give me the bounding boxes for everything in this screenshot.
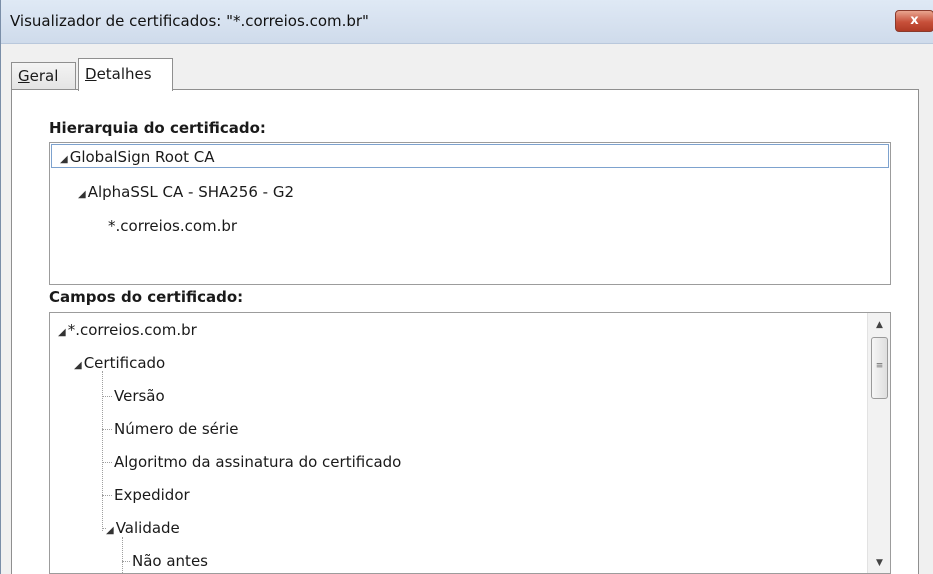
- scrollbar-thumb[interactable]: ≡: [871, 337, 888, 399]
- field-item[interactable]: ◢ *.correios.com.br: [58, 318, 197, 342]
- tab-detalhes[interactable]: Detalhes: [78, 58, 173, 91]
- expanded-triangle-icon[interactable]: ◢: [106, 525, 114, 536]
- fields-label: Campos do certificado:: [49, 288, 244, 306]
- vertical-scrollbar[interactable]: ▲ ≡ ▼: [867, 313, 890, 573]
- tab-geral[interactable]: Geral: [11, 62, 76, 90]
- hierarchy-item-label: GlobalSign Root CA: [69, 148, 215, 166]
- hierarchy-item-label: *.correios.com.br: [108, 217, 238, 235]
- hierarchy-item-intermediate[interactable]: ◢ AlphaSSL CA - SHA256 - G2: [78, 180, 294, 204]
- field-item[interactable]: Não antes: [132, 549, 208, 573]
- field-item-label: Expedidor: [114, 486, 190, 504]
- tree-connector-line: [102, 429, 112, 430]
- hierarchy-tree[interactable]: ◢ GlobalSign Root CA ◢ AlphaSSL CA - SHA25…: [49, 142, 891, 285]
- hierarchy-item-label: AlphaSSL CA - SHA256 - G2: [87, 183, 295, 201]
- expanded-triangle-icon[interactable]: ◢: [74, 360, 82, 371]
- field-item-label: Validade: [115, 519, 180, 537]
- expanded-triangle-icon[interactable]: ◢: [78, 189, 86, 200]
- title-bar[interactable]: Visualizador de certificados: "*.correio…: [1, 0, 933, 44]
- certificate-viewer-window: Visualizador de certificados: "*.correio…: [0, 0, 933, 574]
- field-item[interactable]: ◢ Validade: [106, 516, 180, 540]
- fields-tree[interactable]: ◢ *.correios.com.br ◢ Certificado Versão N…: [49, 312, 891, 574]
- close-icon: x: [910, 13, 919, 28]
- scroll-up-arrow-icon[interactable]: ▲: [868, 315, 890, 335]
- tree-connector-line: [102, 495, 112, 496]
- hierarchy-item-leaf[interactable]: *.correios.com.br: [108, 214, 237, 238]
- tree-connector-line: [122, 561, 130, 562]
- field-item[interactable]: Expedidor: [114, 483, 190, 507]
- expanded-triangle-icon[interactable]: ◢: [60, 154, 68, 165]
- field-item-label: Versão: [114, 387, 165, 405]
- window-title: Visualizador de certificados: "*.correio…: [10, 12, 369, 30]
- hierarchy-item-root[interactable]: ◢ GlobalSign Root CA: [51, 144, 889, 168]
- tab-geral-mnemonic: G: [18, 67, 30, 85]
- scroll-down-arrow-icon[interactable]: ▼: [868, 553, 890, 573]
- close-button[interactable]: x: [895, 10, 933, 32]
- field-item[interactable]: ◢ Certificado: [74, 351, 165, 375]
- field-item-label: Não antes: [132, 552, 208, 570]
- tree-connector-line: [122, 537, 123, 573]
- tab-detalhes-label: etalhes: [96, 65, 152, 83]
- hierarchy-label: Hierarquia do certificado:: [49, 119, 266, 137]
- tree-connector-line: [102, 462, 112, 463]
- field-item[interactable]: Versão: [114, 384, 165, 408]
- tree-connector-line: [102, 371, 103, 531]
- field-item-label: *.correios.com.br: [67, 321, 197, 339]
- field-item-label: Certificado: [83, 354, 166, 372]
- field-item[interactable]: Número de série: [114, 417, 238, 441]
- field-item-label: Número de série: [114, 420, 239, 438]
- tree-connector-line: [102, 396, 112, 397]
- tab-geral-label: eral: [29, 67, 59, 85]
- field-item-label: Algoritmo da assinatura do certificado: [114, 453, 402, 471]
- tab-detalhes-mnemonic: D: [85, 65, 97, 83]
- expanded-triangle-icon[interactable]: ◢: [58, 327, 66, 338]
- field-item[interactable]: Algoritmo da assinatura do certificado: [114, 450, 401, 474]
- grip-icon: ≡: [875, 361, 884, 371]
